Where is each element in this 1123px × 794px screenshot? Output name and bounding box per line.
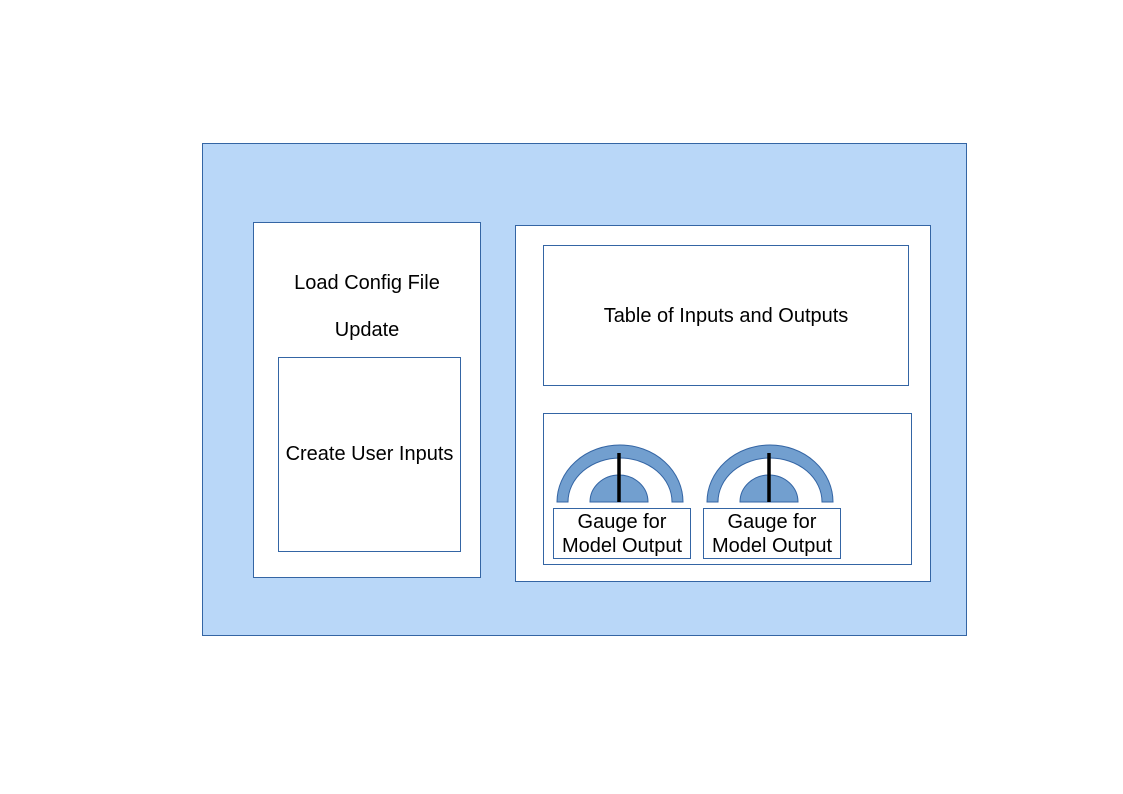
load-config-file-button[interactable]: Load Config File bbox=[253, 271, 481, 295]
gauge-icon bbox=[706, 444, 834, 503]
user-inputs-label: Create User Inputs bbox=[285, 443, 454, 465]
gauge-caption: Gauge for Model Output bbox=[553, 508, 691, 559]
gauge-caption-line2: Model Output bbox=[561, 535, 683, 557]
gauge-caption: Gauge for Model Output bbox=[703, 508, 841, 559]
gauge-icon bbox=[556, 444, 684, 503]
update-button[interactable]: Update bbox=[253, 318, 481, 342]
gauge-caption-line1: Gauge for bbox=[727, 511, 817, 533]
io-table-label: Table of Inputs and Outputs bbox=[603, 305, 849, 327]
gauge-caption-line2: Model Output bbox=[711, 535, 833, 557]
gauge-caption-line1: Gauge for bbox=[577, 511, 667, 533]
